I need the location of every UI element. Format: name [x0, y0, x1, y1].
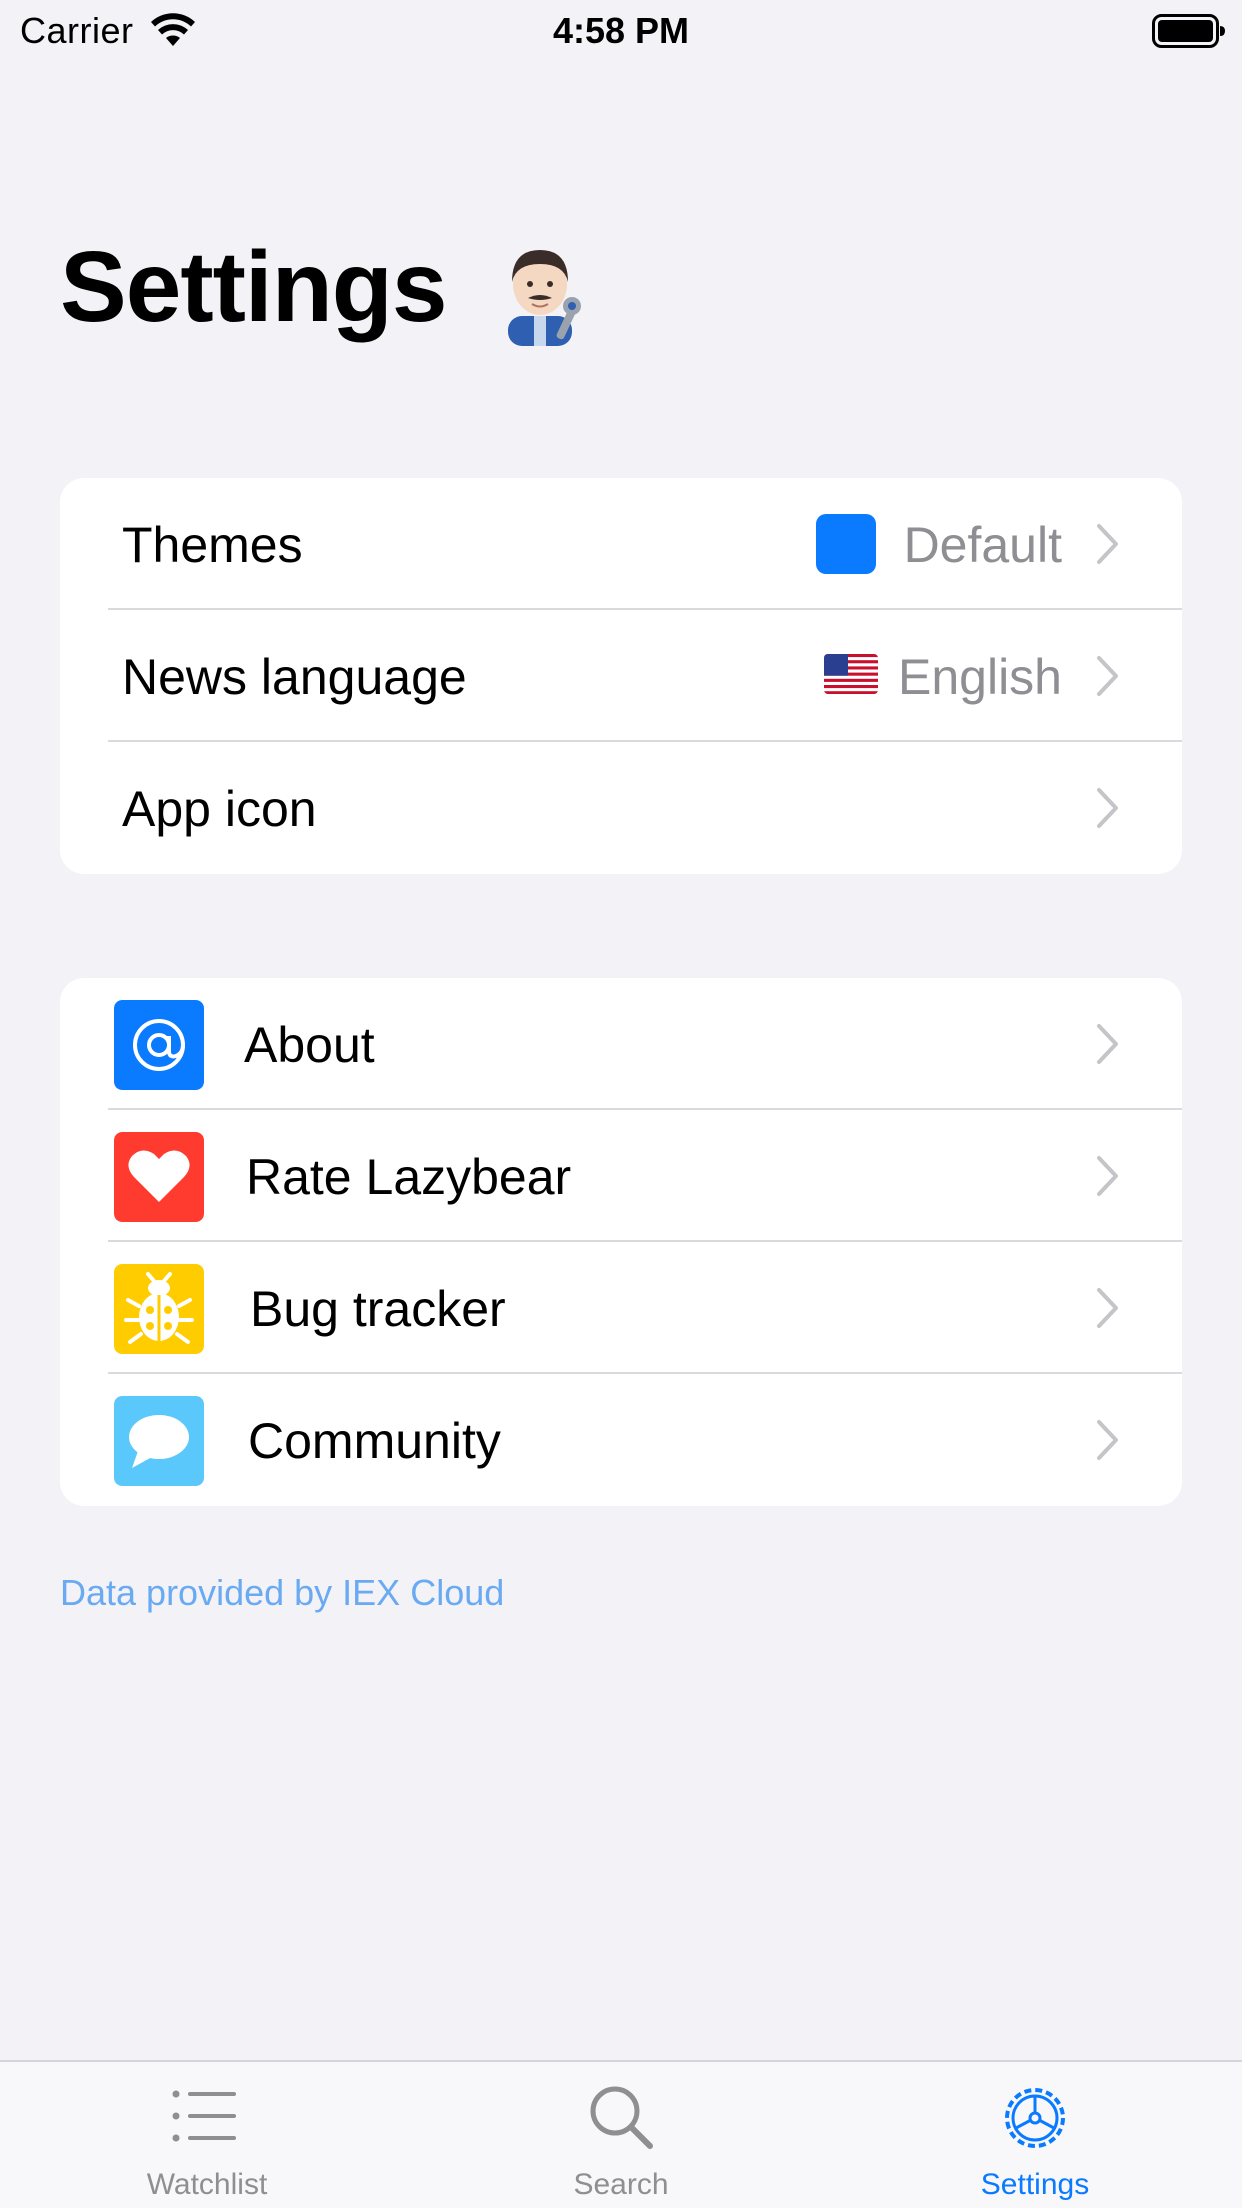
list-icon [172, 2090, 236, 2142]
rate-label: Rate Lazybear [246, 1149, 572, 1205]
settings-screen: Carrier 4:58 PM Settings Themes Default … [0, 0, 1242, 2208]
news-language-label: News language [122, 649, 467, 705]
tab-settings-label: Settings [980, 2168, 1090, 2201]
us-flag-icon [824, 654, 878, 694]
links-group: About Rate Lazybear Bug tracker Communit… [60, 978, 1182, 1506]
news-language-value: English [898, 649, 1062, 705]
heart-icon [114, 1132, 204, 1222]
theme-color-swatch [816, 514, 876, 574]
tab-watchlist-label: Watchlist [146, 2168, 268, 2201]
community-label: Community [248, 1413, 501, 1469]
tab-search[interactable]: Search [496, 2062, 746, 2208]
themes-value: Default [903, 517, 1062, 573]
speech-bubble-icon [114, 1396, 204, 1486]
tab-settings[interactable]: Settings [910, 2062, 1160, 2208]
chevron-right-icon [1097, 1420, 1118, 1460]
tab-bar: Watchlist Search Settings [0, 2060, 1242, 2208]
chevron-right-icon [1097, 1024, 1118, 1064]
about-label: About [244, 1017, 375, 1073]
bug-tracker-row[interactable]: Bug tracker [60, 1242, 1182, 1374]
chevron-right-icon [1097, 788, 1118, 828]
app-icon-label: App icon [122, 781, 317, 837]
gear-icon [1005, 2088, 1065, 2148]
app-icon-row[interactable]: App icon [60, 742, 1182, 874]
preferences-group: Themes Default News language English App… [60, 478, 1182, 874]
tab-search-label: Search [573, 2168, 669, 2201]
themes-row[interactable]: Themes Default [60, 478, 1182, 610]
status-bar: Carrier 4:58 PM [0, 0, 1242, 62]
clock: 4:58 PM [552, 10, 690, 51]
search-icon [590, 2086, 653, 2149]
bug-tracker-label: Bug tracker [250, 1281, 506, 1337]
mechanic-emoji-icon [508, 250, 581, 346]
chevron-right-icon [1097, 1156, 1118, 1196]
battery-icon [1152, 14, 1225, 48]
chevron-right-icon [1097, 656, 1118, 696]
community-row[interactable]: Community [60, 1374, 1182, 1506]
iex-cloud-attribution-link[interactable]: Data provided by IEX Cloud [60, 1572, 504, 1614]
news-language-row[interactable]: News language English [60, 610, 1182, 742]
rate-row[interactable]: Rate Lazybear [60, 1110, 1182, 1242]
chevron-right-icon [1097, 1288, 1118, 1328]
tab-watchlist[interactable]: Watchlist [82, 2062, 332, 2208]
ladybug-icon [114, 1264, 204, 1354]
chevron-right-icon [1097, 524, 1118, 564]
about-row[interactable]: About [60, 978, 1182, 1110]
page-title: Settings [60, 231, 447, 343]
themes-label: Themes [122, 517, 303, 573]
at-sign-icon [114, 1000, 204, 1090]
